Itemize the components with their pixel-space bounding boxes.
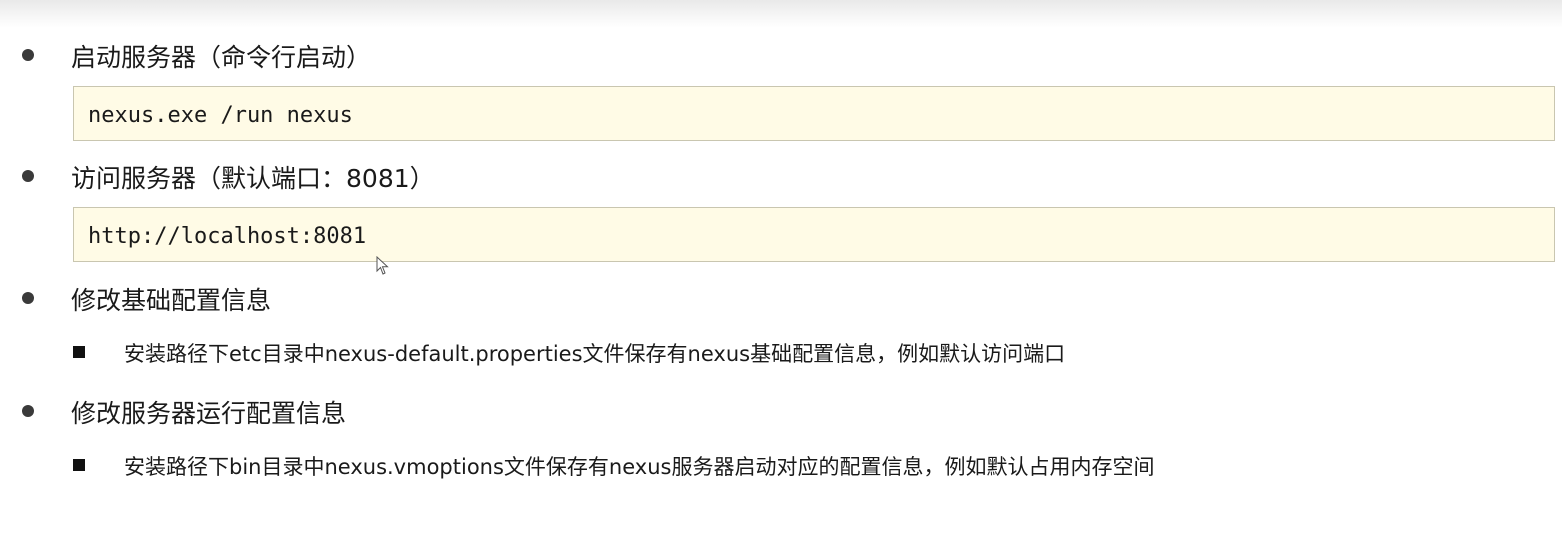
sub-item-runtime-config: 安装路径下bin目录中nexus.vmoptions文件保存有nexus服务器启… — [124, 455, 1155, 479]
bullet-dot — [22, 405, 34, 417]
bullet-label-access-server: 访问服务器（默认端口：8081） — [71, 164, 435, 193]
bullet-label-basic-config: 修改基础配置信息 — [71, 286, 272, 315]
sub-item-basic-config: 安装路径下etc目录中nexus-default.properties文件保存有… — [124, 342, 1066, 366]
mouse-cursor-icon — [376, 256, 389, 275]
bullet-dot — [22, 170, 34, 182]
code-text: http://localhost:8081 — [88, 224, 367, 249]
code-text: nexus.exe /run nexus — [88, 103, 353, 128]
top-shade — [0, 0, 1562, 28]
sub-bullet-square — [73, 459, 85, 471]
sub-bullet-square — [73, 346, 85, 358]
bullet-dot — [22, 49, 34, 61]
bullet-label-runtime-config: 修改服务器运行配置信息 — [71, 399, 347, 428]
code-block-start-command: nexus.exe /run nexus — [73, 86, 1555, 141]
bullet-dot — [22, 292, 34, 304]
code-block-url: http://localhost:8081 — [73, 207, 1555, 262]
bullet-label-start-server: 启动服务器（命令行启动） — [71, 43, 372, 72]
